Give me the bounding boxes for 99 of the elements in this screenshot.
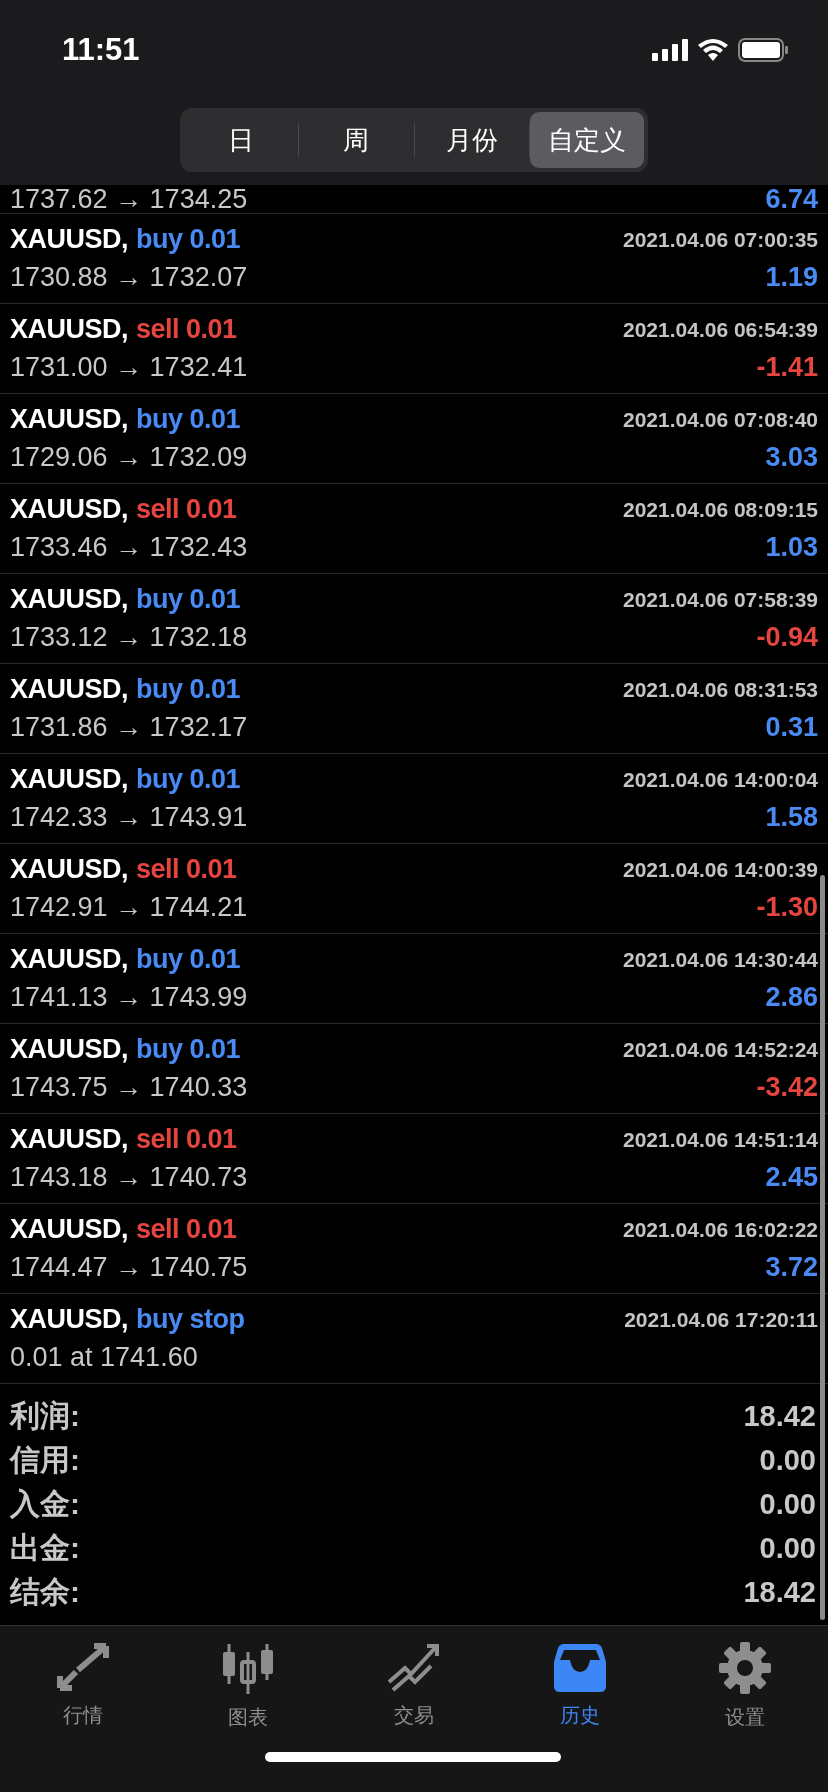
order-volume-price: 0.01 at 1741.60 xyxy=(10,1342,198,1373)
profit-value: 1.58 xyxy=(765,802,818,833)
summary-value: 0.00 xyxy=(759,1487,816,1521)
price-range: 1733.12 → 1732.18 xyxy=(10,622,248,653)
summary-label: 出金: xyxy=(10,1529,80,1566)
symbol-label: XAUUSD, xyxy=(10,224,128,255)
deal-type: buy 0.01 xyxy=(136,764,241,795)
tab-bar-item[interactable]: 历史 xyxy=(496,1642,663,1729)
period-tab[interactable]: 日 xyxy=(184,112,299,168)
symbol-label: XAUUSD, xyxy=(10,764,128,795)
profit-value: 1.03 xyxy=(765,532,818,563)
deal-time: 2021.04.06 08:09:15 xyxy=(623,497,818,522)
profit-value: -0.94 xyxy=(756,622,818,653)
profit-value: -1.41 xyxy=(756,352,818,383)
summary-label: 结余: xyxy=(10,1573,80,1610)
price-range: 1744.47 → 1740.75 xyxy=(10,1252,248,1283)
deal-time: 2021.04.06 07:00:35 xyxy=(623,227,818,252)
deal-time: 2021.04.06 07:58:39 xyxy=(623,587,818,612)
symbol-label: XAUUSD, xyxy=(10,494,128,525)
wifi-icon xyxy=(698,39,728,61)
arrows-icon xyxy=(55,1642,110,1692)
deal-type: sell 0.01 xyxy=(136,1214,237,1245)
price-range: 1730.88 → 1732.07 xyxy=(10,262,248,293)
profit-value: 3.03 xyxy=(765,442,818,473)
price-range: 1743.75 → 1740.33 xyxy=(10,1072,248,1103)
profit-value: 6.74 xyxy=(765,185,818,213)
candlestick-icon xyxy=(221,1642,276,1694)
profit-value: 3.72 xyxy=(765,1252,818,1283)
symbol-label: XAUUSD, xyxy=(10,1034,128,1065)
symbol-label: XAUUSD, xyxy=(10,1124,128,1155)
price-range: 1741.13 → 1743.99 xyxy=(10,982,248,1013)
deal-time: 2021.04.06 14:51:14 xyxy=(623,1127,818,1152)
summary-label: 入金: xyxy=(10,1485,80,1522)
status-time: 11:51 xyxy=(62,32,140,68)
tab-label: 设置 xyxy=(725,1705,766,1730)
tab-label: 行情 xyxy=(62,1703,103,1728)
deal-time: 2021.04.06 07:08:40 xyxy=(623,407,818,432)
summary-value: 18.42 xyxy=(743,1575,816,1609)
tab-label: 交易 xyxy=(394,1703,434,1728)
tab-bar-item[interactable]: 行情 xyxy=(0,1642,166,1729)
signal-icon xyxy=(652,39,688,61)
deal-type: sell 0.01 xyxy=(136,854,237,885)
deal-time: 2021.04.06 14:00:39 xyxy=(623,857,818,882)
deal-type: buy 0.01 xyxy=(136,944,241,975)
deal-type: buy 0.01 xyxy=(136,404,241,435)
deal-type: sell 0.01 xyxy=(136,1124,237,1155)
inbox-icon xyxy=(553,1642,606,1692)
tab-bar-item[interactable]: 设置 xyxy=(662,1642,828,1731)
trend-arrows-icon xyxy=(387,1642,441,1692)
profit-value: -3.42 xyxy=(756,1072,818,1103)
price-range: 1742.33 → 1743.91 xyxy=(10,802,248,833)
price-range: 1731.00 → 1732.41 xyxy=(10,352,248,383)
deal-time: 2021.04.06 08:31:53 xyxy=(623,677,818,702)
symbol-label: XAUUSD, xyxy=(10,854,128,885)
period-tab[interactable]: 月份 xyxy=(414,112,529,168)
summary-label: 利润: xyxy=(10,1397,80,1434)
profit-value: 0.31 xyxy=(765,712,818,743)
summary-label: 信用: xyxy=(10,1441,80,1478)
tab-bar-item[interactable]: 图表 xyxy=(165,1642,332,1731)
tab-label: 图表 xyxy=(228,1705,269,1730)
tab-bar-item[interactable]: 交易 xyxy=(331,1642,497,1729)
period-tab[interactable]: 自定义 xyxy=(529,112,644,168)
deal-type: buy 0.01 xyxy=(136,584,241,615)
symbol-label: XAUUSD, xyxy=(10,584,128,615)
price-range: 1743.18 → 1740.73 xyxy=(10,1162,248,1193)
symbol-label: XAUUSD, xyxy=(10,1304,128,1335)
summary-value: 18.42 xyxy=(743,1399,816,1433)
deal-type: sell 0.01 xyxy=(136,494,237,525)
deal-time: 2021.04.06 06:54:39 xyxy=(623,317,818,342)
deal-type: sell 0.01 xyxy=(136,314,237,345)
period-tab[interactable]: 周 xyxy=(299,112,414,168)
price-range: 1742.91 → 1744.21 xyxy=(10,892,248,923)
deal-type: buy 0.01 xyxy=(136,674,241,705)
symbol-label: XAUUSD, xyxy=(10,404,128,435)
price-range: 1733.46 → 1732.43 xyxy=(10,532,248,563)
deal-time: 2021.04.06 16:02:22 xyxy=(623,1217,818,1242)
deal-time: 2021.04.06 14:00:04 xyxy=(623,767,818,792)
profit-value: 2.86 xyxy=(765,982,818,1013)
symbol-label: XAUUSD, xyxy=(10,1214,128,1245)
symbol-label: XAUUSD, xyxy=(10,674,128,705)
summary-value: 0.00 xyxy=(759,1531,816,1565)
order-type: buy stop xyxy=(136,1304,245,1335)
symbol-label: XAUUSD, xyxy=(10,944,128,975)
deal-time: 2021.04.06 14:52:24 xyxy=(623,1037,818,1062)
profit-value: 1.19 xyxy=(765,262,818,293)
profit-value: -1.30 xyxy=(756,892,818,923)
tab-label: 历史 xyxy=(559,1703,600,1728)
price-range: 1737.62 → 1734.25 xyxy=(10,185,248,213)
summary-value: 0.00 xyxy=(759,1443,816,1477)
settings-icon xyxy=(719,1642,772,1694)
deal-type: buy 0.01 xyxy=(136,224,241,255)
profit-value: 2.45 xyxy=(765,1162,818,1193)
battery-icon xyxy=(738,38,788,62)
deal-time: 2021.04.06 17:20:11 xyxy=(624,1307,818,1332)
deal-time: 2021.04.06 14:30:44 xyxy=(623,947,818,972)
price-range: 1731.86 → 1732.17 xyxy=(10,712,248,743)
price-range: 1729.06 → 1732.09 xyxy=(10,442,248,473)
symbol-label: XAUUSD, xyxy=(10,314,128,345)
deal-type: buy 0.01 xyxy=(136,1034,241,1065)
